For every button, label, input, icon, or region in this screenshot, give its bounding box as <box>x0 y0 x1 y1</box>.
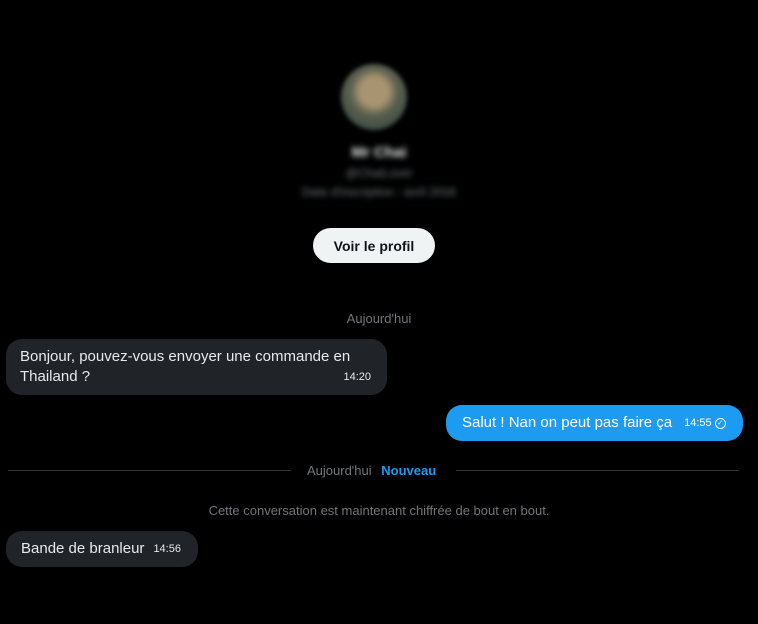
message-text: Salut ! Nan on peut pas faire ça <box>462 414 673 431</box>
divider-line <box>8 470 291 471</box>
new-messages-divider: Aujourd'hui Nouveau <box>307 463 436 478</box>
message-text: Bande de branleur <box>21 540 145 557</box>
day-label: Aujourd'hui <box>346 311 412 326</box>
message-text: Bonjour, pouvez-vous envoyer une command… <box>20 348 351 385</box>
check-circle-icon: ✓ <box>714 417 726 429</box>
message-time: 14:20 <box>343 371 371 383</box>
message-incoming[interactable]: Bonjour, pouvez-vous envoyer une command… <box>6 339 387 395</box>
divider-day-label: Aujourd'hui <box>307 463 372 478</box>
divider-line <box>456 470 739 471</box>
profile-handle: @ChaiLover <box>345 166 413 180</box>
encryption-notice: Cette conversation est maintenant chiffr… <box>208 503 550 518</box>
message-time: 14:55 <box>684 417 712 429</box>
avatar[interactable] <box>341 64 407 130</box>
message-incoming[interactable]: Bande de branleur 14:56 <box>6 531 198 567</box>
profile-name[interactable]: Mr Chai <box>0 144 758 161</box>
message-time: 14:56 <box>153 543 181 555</box>
profile-joined-date: Date d'inscription : avril 2016 <box>302 185 456 199</box>
new-badge: Nouveau <box>381 463 437 478</box>
message-outgoing[interactable]: Salut ! Nan on peut pas faire ça 14:55 ✓ <box>446 405 743 441</box>
view-profile-button[interactable]: Voir le profil <box>313 228 435 263</box>
